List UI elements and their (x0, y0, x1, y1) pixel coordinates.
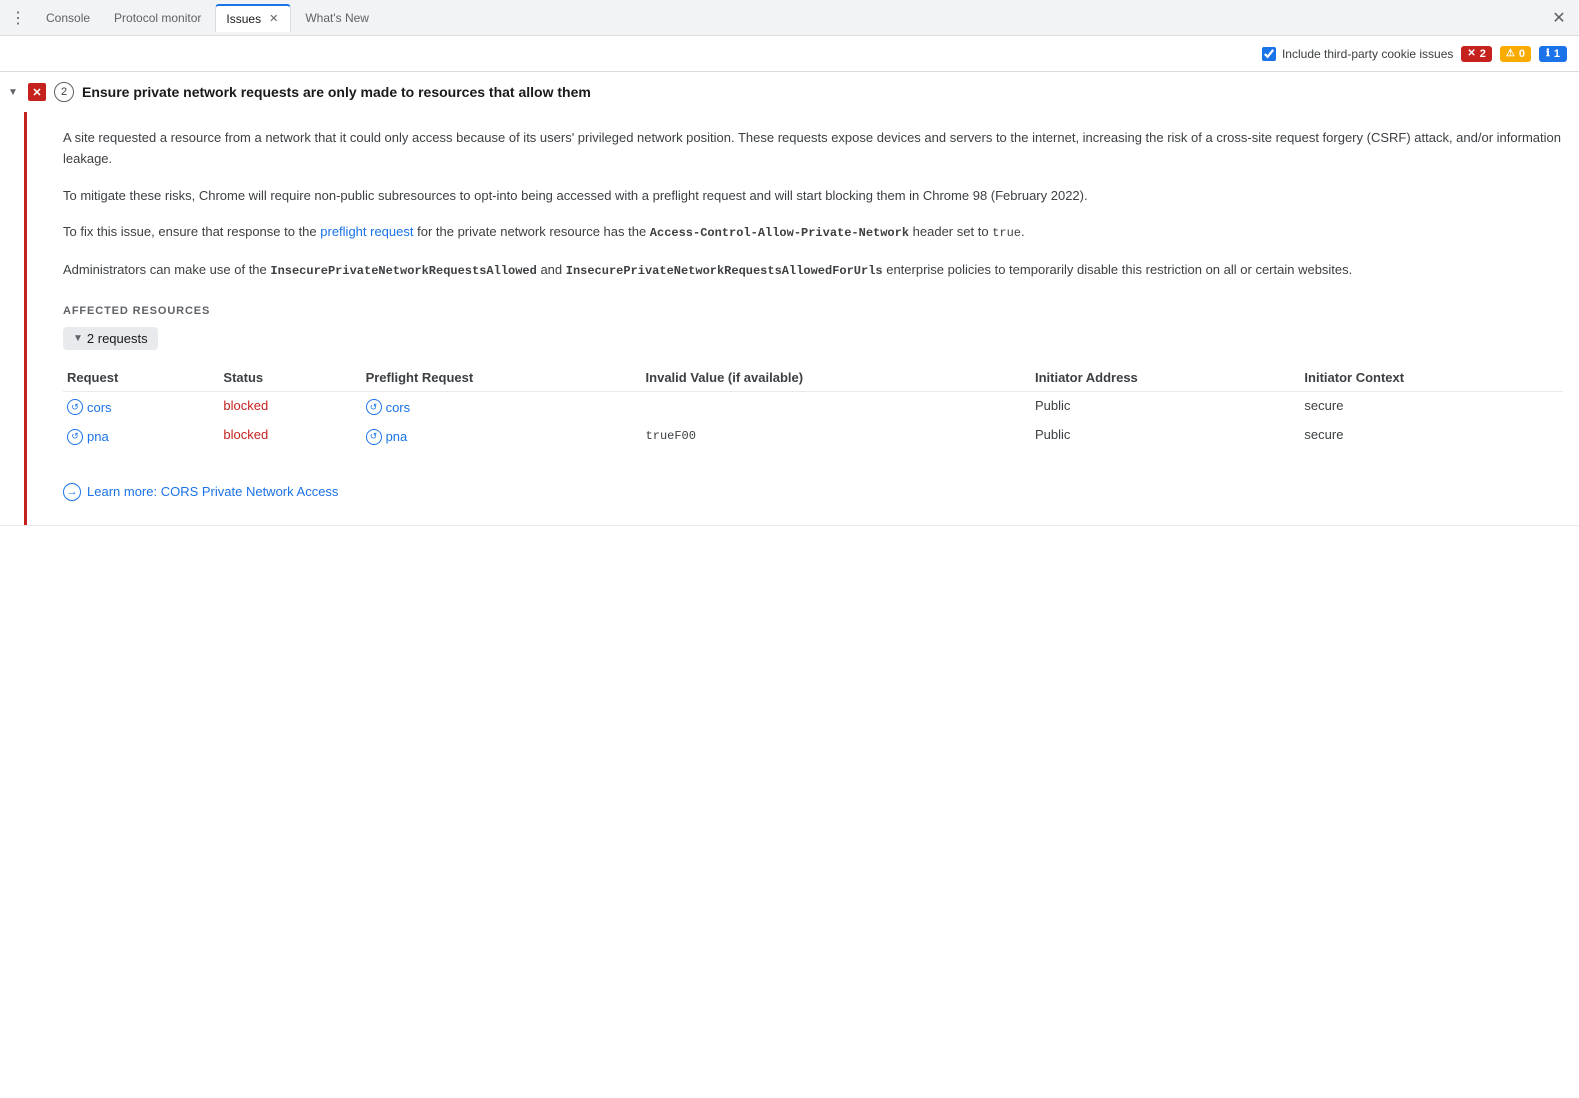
third-party-cookie-label: Include third-party cookie issues (1282, 47, 1453, 61)
cell-status: blocked (219, 421, 361, 451)
fix-code2: header set to (909, 224, 992, 239)
admin-prefix: Administrators can make use of the (63, 262, 270, 277)
col-header-initiator-ctx: Initiator Context (1300, 364, 1563, 392)
table-row: ↺ cors blocked ↺ cors Publicsecure (63, 391, 1563, 421)
fix-suffix: for the private network resource has the (414, 224, 650, 239)
cell-request: ↺ cors (63, 391, 219, 421)
affected-resources-label: AFFECTED RESOURCES (63, 305, 1563, 317)
col-initiator-addr-label: Initiator Address (1035, 370, 1138, 385)
tab-issues-close[interactable]: ✕ (267, 11, 280, 26)
preflight-link[interactable]: ↺ cors (366, 399, 411, 415)
col-header-request: Request (63, 364, 219, 392)
more-tabs-button[interactable]: ⋮ (8, 8, 28, 28)
tab-bar: ⋮ Console Protocol monitor Issues ✕ What… (0, 0, 1579, 36)
issue-para-2: To mitigate these risks, Chrome will req… (63, 186, 1563, 207)
cell-request: ↺ pna (63, 421, 219, 451)
issue-para-admin: Administrators can make use of the Insec… (63, 260, 1563, 281)
warning-count: 0 (1519, 48, 1525, 60)
issue-para-fix: To fix this issue, ensure that response … (63, 222, 1563, 243)
admin-suffix: enterprise policies to temporarily disab… (883, 262, 1353, 277)
third-party-cookie-checkbox[interactable] (1262, 47, 1276, 61)
cell-status: blocked (219, 391, 361, 421)
learn-more-section: → Learn more: CORS Private Network Acces… (63, 467, 1563, 525)
fix-end: . (1021, 224, 1025, 239)
devtools-close-button[interactable]: ✕ (1547, 6, 1571, 30)
col-status-label: Status (223, 370, 263, 385)
true-code: true (992, 226, 1021, 240)
tab-issues-label: Issues (226, 12, 261, 26)
error-count: 2 (1480, 48, 1486, 60)
preflight-icon: ↺ (366, 429, 382, 445)
issue-group: ▼ ✕ 2 Ensure private network requests ar… (0, 72, 1579, 526)
error-icon: ✕ (28, 83, 46, 101)
tab-whats-new[interactable]: What's New (295, 4, 379, 32)
issue-para-1-text: A site requested a resource from a netwo… (63, 130, 1561, 166)
col-header-preflight: Preflight Request (362, 364, 642, 392)
cell-preflight: ↺ pna (362, 421, 642, 451)
resources-table: Request Status Preflight Request Invalid… (63, 364, 1563, 451)
col-header-status: Status (219, 364, 361, 392)
requests-toggle[interactable]: ▼ 2 requests (63, 327, 158, 350)
issue-count-badge: 2 (54, 82, 74, 102)
col-initiator-ctx-label: Initiator Context (1304, 370, 1404, 385)
issues-panel[interactable]: ▼ ✕ 2 Ensure private network requests ar… (0, 72, 1579, 1098)
table-row: ↺ pna blocked ↺ pna trueF00 Publicsecure (63, 421, 1563, 451)
info-count: 1 (1554, 48, 1560, 60)
error-badge: ✕ 2 (1461, 46, 1492, 62)
cell-initiator-address: Public (1031, 421, 1300, 451)
issue-para-1: A site requested a resource from a netwo… (63, 128, 1563, 170)
tab-protocol-monitor[interactable]: Protocol monitor (104, 4, 211, 32)
cell-invalid-value: trueF00 (642, 421, 1031, 451)
request-link[interactable]: ↺ cors (67, 399, 112, 415)
requests-chevron-icon: ▼ (73, 333, 83, 344)
learn-more-link[interactable]: → Learn more: CORS Private Network Acces… (63, 483, 338, 501)
issue-title: Ensure private network requests are only… (82, 84, 591, 100)
tab-console-label: Console (46, 11, 90, 25)
tab-issues[interactable]: Issues ✕ (215, 4, 291, 32)
admin-middle: and (537, 262, 566, 277)
col-header-initiator-addr: Initiator Address (1031, 364, 1300, 392)
issue-para-2-text: To mitigate these risks, Chrome will req… (63, 188, 1088, 203)
fix-prefix: To fix this issue, ensure that response … (63, 224, 320, 239)
learn-more-text: Learn more: CORS Private Network Access (87, 484, 338, 499)
request-icon: ↺ (67, 429, 83, 445)
status-value: blocked (223, 427, 268, 442)
tab-protocol-monitor-label: Protocol monitor (114, 11, 201, 25)
col-invalid-label: Invalid Value (if available) (646, 370, 804, 385)
col-header-invalid-value: Invalid Value (if available) (642, 364, 1031, 392)
learn-more-icon: → (63, 483, 81, 501)
cell-initiator-context: secure (1300, 391, 1563, 421)
admin-code1: InsecurePrivateNetworkRequestsAllowed (270, 264, 536, 278)
main-content: ▼ ✕ 2 Ensure private network requests ar… (0, 72, 1579, 1098)
issue-description: A site requested a resource from a netwo… (63, 112, 1563, 297)
request-icon: ↺ (67, 399, 83, 415)
requests-toggle-label: 2 requests (87, 331, 148, 346)
tab-whats-new-label: What's New (305, 11, 369, 25)
preflight-icon: ↺ (366, 399, 382, 415)
table-header-row: Request Status Preflight Request Invalid… (63, 364, 1563, 392)
preflight-link-text: preflight request (320, 224, 413, 239)
tab-console[interactable]: Console (36, 4, 100, 32)
cell-preflight: ↺ cors (362, 391, 642, 421)
request-link[interactable]: ↺ pna (67, 429, 109, 445)
cell-initiator-context: secure (1300, 421, 1563, 451)
issues-toolbar: Include third-party cookie issues ✕ 2 ⚠ … (0, 36, 1579, 72)
col-preflight-label: Preflight Request (366, 370, 474, 385)
issue-body: A site requested a resource from a netwo… (24, 112, 1579, 525)
status-value: blocked (223, 398, 268, 413)
info-badge: ℹ 1 (1539, 46, 1567, 62)
cell-initiator-address: Public (1031, 391, 1300, 421)
col-request-label: Request (67, 370, 118, 385)
cell-invalid-value (642, 391, 1031, 421)
preflight-request-link[interactable]: preflight request (320, 224, 413, 239)
preflight-link[interactable]: ↺ pna (366, 429, 408, 445)
invalid-value: trueF00 (646, 429, 696, 443)
collapse-chevron-icon: ▼ (8, 87, 20, 98)
access-control-code: Access-Control-Allow-Private-Network (650, 226, 909, 240)
admin-code2: InsecurePrivateNetworkRequestsAllowedFor… (566, 264, 883, 278)
warning-badge: ⚠ 0 (1500, 46, 1531, 62)
issue-header[interactable]: ▼ ✕ 2 Ensure private network requests ar… (0, 72, 1579, 112)
third-party-cookie-toggle[interactable]: Include third-party cookie issues (1262, 47, 1453, 61)
